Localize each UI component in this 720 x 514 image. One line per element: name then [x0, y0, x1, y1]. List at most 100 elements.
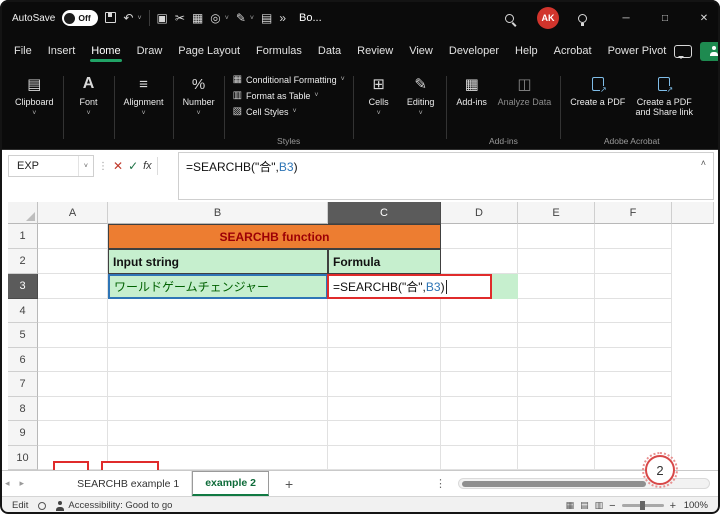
menu-tab-acrobat[interactable]: Acrobat: [546, 38, 600, 64]
row-header-5[interactable]: 5: [8, 323, 38, 348]
accessibility-status[interactable]: Accessibility: Good to go: [56, 500, 172, 511]
font-button[interactable]: A Font ˅: [68, 71, 110, 120]
menu-tab-formulas[interactable]: Formulas: [248, 38, 310, 64]
row-header-7[interactable]: 7: [8, 372, 38, 397]
divider: [223, 76, 225, 139]
menu-tab-view[interactable]: View: [401, 38, 441, 64]
create-pdf-share-button[interactable]: Create a PDF and Share link: [630, 71, 698, 121]
pen-tool-button[interactable]: ✎: [236, 12, 246, 24]
clipboard-tool-button[interactable]: ▤: [261, 12, 272, 24]
minimize-button[interactable]: ─: [610, 0, 642, 36]
row-header-1[interactable]: 1: [8, 224, 38, 249]
shape-tool-button[interactable]: ◎: [210, 12, 220, 24]
cell-styles-label: Cell Styles: [246, 106, 289, 117]
sheet-tab-searchb-example-1[interactable]: SEARCHB example 1: [65, 471, 193, 496]
cell-b2-input-string[interactable]: Input string: [108, 249, 328, 274]
drag-handle-icon[interactable]: ⋮: [98, 161, 108, 172]
sheet-nav-left-icon[interactable]: ◂: [0, 478, 15, 489]
addins-button[interactable]: ▦ Add-ins: [451, 71, 493, 110]
insert-function-button[interactable]: fx: [143, 160, 152, 172]
undo-button[interactable]: ↶: [123, 12, 133, 24]
column-header-e[interactable]: E: [518, 202, 595, 224]
cell-c2-formula[interactable]: Formula: [328, 249, 441, 274]
cell-b3-input-value[interactable]: ワールドゲームチェンジャー: [108, 274, 328, 299]
accessibility-icon: [56, 500, 65, 511]
menu-tab-data[interactable]: Data: [310, 38, 349, 64]
collapse-formula-bar-icon[interactable]: ˄: [701, 158, 706, 168]
normal-view-icon[interactable]: ▦: [566, 500, 575, 511]
row-header-2[interactable]: 2: [8, 249, 38, 274]
create-pdf-button[interactable]: Create a PDF: [565, 71, 630, 110]
row-header-3[interactable]: 3: [8, 274, 38, 299]
editing-button[interactable]: ✎ Editing ˅: [400, 71, 442, 120]
menu-tab-draw[interactable]: Draw: [129, 38, 171, 64]
menu-tab-file[interactable]: File: [6, 38, 40, 64]
cut-button[interactable]: ✂: [175, 12, 185, 24]
comments-icon[interactable]: [674, 44, 693, 59]
copy-button[interactable]: ▣: [157, 12, 168, 24]
zoom-in-button[interactable]: +: [670, 500, 676, 512]
sheet-nav-right-icon[interactable]: ▸: [15, 478, 30, 489]
menu-tab-power-pivot[interactable]: Power Pivot: [600, 38, 675, 64]
menu-tab-page-layout[interactable]: Page Layout: [170, 38, 248, 64]
column-header-a[interactable]: A: [38, 202, 108, 224]
chevron-down-icon: ˅: [32, 110, 37, 118]
conditional-formatting-button[interactable]: ▦ Conditional Formatting ˅: [229, 73, 349, 86]
table-tool-button[interactable]: ▦: [192, 12, 203, 24]
row-header-8[interactable]: 8: [8, 397, 38, 421]
macro-record-icon[interactable]: [38, 501, 47, 510]
format-as-table-button[interactable]: ▥ Format as Table ˅: [229, 89, 349, 102]
alignment-button[interactable]: ≡ Alignment ˅: [119, 71, 169, 120]
chevron-down-icon[interactable]: ˅: [137, 15, 141, 22]
chevron-down-icon[interactable]: ˅: [225, 15, 229, 22]
select-all-button[interactable]: [8, 202, 38, 224]
row-header-6[interactable]: 6: [8, 348, 38, 372]
menu-tab-developer[interactable]: Developer: [441, 38, 507, 64]
number-button[interactable]: % Number ˅: [178, 71, 220, 120]
row-header-9[interactable]: 9: [8, 421, 38, 446]
menu-tab-help[interactable]: Help: [507, 38, 546, 64]
cell-c3-edit-box[interactable]: =SEARCHB("合", B3): [327, 274, 492, 299]
new-sheet-button[interactable]: +: [285, 476, 293, 492]
column-header-f[interactable]: F: [595, 202, 672, 224]
row-header-10[interactable]: 10: [8, 446, 38, 470]
save-button[interactable]: [105, 11, 117, 25]
horizontal-scrollbar[interactable]: [458, 478, 710, 489]
row-header-4[interactable]: 4: [8, 299, 38, 323]
sheet-tab-example-2[interactable]: example 2: [192, 471, 269, 496]
column-header-c[interactable]: C: [328, 202, 441, 224]
clipboard-button[interactable]: ▤ Clipboard ˅: [10, 71, 59, 120]
chevron-down-icon[interactable]: ˅: [250, 15, 254, 22]
column-header-partial[interactable]: [672, 202, 714, 224]
more-commands-button[interactable]: »: [279, 12, 286, 24]
cell-b1-title[interactable]: SEARCHB function: [108, 224, 441, 249]
column-header-b[interactable]: B: [108, 202, 328, 224]
avatar[interactable]: AK: [537, 7, 559, 29]
zoom-level[interactable]: 100%: [682, 500, 708, 511]
share-button[interactable]: [700, 41, 720, 61]
enter-button[interactable]: ✓: [128, 159, 138, 173]
chevron-down-icon[interactable]: ˅: [77, 156, 93, 176]
lightbulb-icon[interactable]: [578, 13, 587, 26]
autosave-toggle[interactable]: Off: [62, 10, 99, 26]
scrollbar-thumb[interactable]: [462, 480, 646, 487]
search-icon[interactable]: [505, 13, 514, 23]
cancel-button[interactable]: ✕: [113, 159, 123, 173]
cell-styles-button[interactable]: ▧ Cell Styles ˅: [229, 105, 349, 118]
zoom-slider-thumb[interactable]: [639, 501, 645, 510]
more-sheets-icon[interactable]: ⋮: [429, 477, 452, 490]
menu-tab-review[interactable]: Review: [349, 38, 401, 64]
page-break-view-icon[interactable]: ▥: [595, 500, 604, 511]
close-button[interactable]: ✕: [688, 0, 720, 36]
page-layout-view-icon[interactable]: ▤: [580, 500, 589, 511]
column-header-d[interactable]: D: [441, 202, 518, 224]
maximize-button[interactable]: □: [649, 0, 681, 36]
zoom-slider[interactable]: [621, 501, 664, 510]
formula-input[interactable]: =SEARCHB("合",B3): [178, 152, 714, 200]
cells-button[interactable]: ⊞ Cells ˅: [358, 71, 400, 120]
menu-tab-insert[interactable]: Insert: [40, 38, 84, 64]
analyze-data-button[interactable]: ◫ Analyze Data: [493, 71, 557, 110]
menu-tab-home[interactable]: Home: [83, 38, 128, 64]
name-box[interactable]: EXP ˅: [8, 155, 94, 177]
zoom-out-button[interactable]: −: [609, 500, 615, 512]
